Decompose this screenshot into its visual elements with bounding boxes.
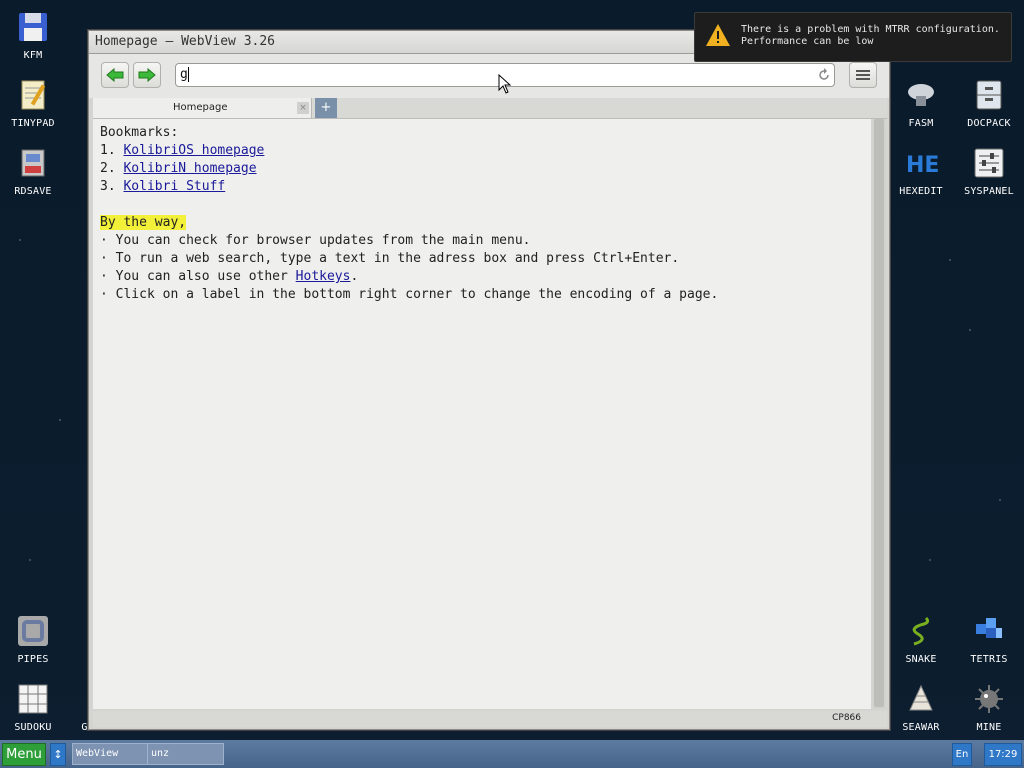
mine-icon: [972, 682, 1006, 716]
desktop-icon-label: SEAWAR: [902, 722, 940, 733]
address-bar-value: g: [180, 67, 188, 82]
desktop-icon-label: HEXEDIT: [899, 186, 943, 197]
status-bar: CP866: [93, 711, 887, 727]
keyboard-layout-indicator[interactable]: En: [952, 743, 972, 766]
bookmark-link-kolibrin[interactable]: KolibriN homepage: [123, 161, 256, 176]
taskbar-item-unz[interactable]: unz: [147, 743, 224, 765]
svg-text:HE: HE: [906, 153, 938, 178]
bookmark-number: 2.: [100, 161, 116, 176]
bookmark-number: 1.: [100, 143, 116, 158]
by-the-way-heading: By the way,: [100, 215, 187, 230]
bookmark-item: 2. KolibriN homepage: [100, 161, 257, 176]
vertical-scrollbar[interactable]: [873, 119, 885, 709]
back-arrow-icon: [106, 68, 124, 82]
clock[interactable]: 17:29: [984, 743, 1022, 766]
main-menu-button[interactable]: [849, 62, 877, 88]
tip-text: .: [350, 269, 359, 284]
desktop-icon-label: SUDOKU: [14, 722, 52, 733]
notification-line: There is a problem with MTRR configurati…: [741, 24, 1000, 35]
reload-icon[interactable]: [816, 67, 832, 83]
back-button[interactable]: [101, 62, 129, 88]
desktop-icon-snake[interactable]: SNAKE: [889, 614, 953, 665]
window-title: Homepage – WebView 3.26: [95, 34, 276, 49]
rdsave-icon: [16, 146, 50, 180]
desktop-icon-tetris[interactable]: TETRIS: [957, 614, 1021, 665]
hexedit-icon: HE: [904, 146, 938, 180]
desktop-icon-rdsave[interactable]: RDSAVE: [1, 146, 65, 197]
desktop-icon-syspanel[interactable]: SYSPANEL: [957, 146, 1021, 197]
desktop-icon-label: PIPES: [17, 654, 49, 665]
new-tab-button[interactable]: +: [315, 98, 337, 118]
encoding-label[interactable]: CP866: [832, 713, 861, 723]
taskbar-item-webview[interactable]: WebView: [72, 743, 149, 765]
desktop-icon-hexedit[interactable]: HE HEXEDIT: [889, 146, 953, 197]
bookmark-link-kolibri-stuff[interactable]: Kolibri Stuff: [123, 179, 225, 194]
desktop-icon-sudoku[interactable]: SUDOKU: [1, 682, 65, 733]
bookmark-number: 3.: [100, 179, 116, 194]
forward-arrow-icon: [138, 68, 156, 82]
hamburger-icon: [856, 70, 870, 72]
tip-line: · You can check for browser updates from…: [100, 233, 531, 248]
highlighted-text: By the way,: [100, 215, 187, 230]
desktop-icon-fasm[interactable]: FASM: [889, 78, 953, 129]
desktop-icon-label: TINYPAD: [11, 118, 55, 129]
floppy-icon: [16, 10, 50, 44]
scrollbar-thumb[interactable]: [874, 119, 884, 707]
tab-label: Homepage: [173, 102, 228, 113]
webview-window: Homepage – WebView 3.26 g Homepage × + B…: [88, 30, 890, 730]
taskbar: Menu ↕ WebView unz En 17:29: [0, 740, 1024, 768]
desktop-icon-label: SNAKE: [905, 654, 937, 665]
window-switch-button[interactable]: ↕: [50, 743, 66, 766]
bookmarks-heading: Bookmarks:: [100, 125, 179, 140]
bookmark-link-kolibrios[interactable]: KolibriOS homepage: [123, 143, 264, 158]
forward-button[interactable]: [133, 62, 161, 88]
tetris-icon: [972, 614, 1006, 648]
snake-icon: [904, 614, 938, 648]
mouse-cursor-icon: [498, 74, 512, 94]
tab-close-icon[interactable]: ×: [297, 102, 309, 114]
tip-text: · You can also use other: [100, 269, 296, 284]
notification-line: Performance can be low: [741, 36, 874, 47]
desktop-icon-label: KFM: [23, 50, 43, 61]
page-content: Bookmarks: 1. KolibriOS homepage 2. Koli…: [93, 119, 871, 709]
hotkeys-link[interactable]: Hotkeys: [296, 269, 351, 284]
desktop-icon-tinypad[interactable]: TINYPAD: [1, 78, 65, 129]
notepad-icon: [16, 78, 50, 112]
notification-popup[interactable]: There is a problem with MTRR configurati…: [694, 12, 1012, 62]
desktop-icon-mine[interactable]: MINE: [957, 682, 1021, 733]
pipes-icon: [16, 614, 50, 648]
docpack-icon: [972, 78, 1006, 112]
desktop-icon-label: TETRIS: [970, 654, 1008, 665]
start-menu-button[interactable]: Menu: [2, 743, 46, 766]
tip-line: · To run a web search, type a text in th…: [100, 251, 680, 266]
desktop-icon-kfm[interactable]: KFM: [1, 10, 65, 61]
desktop-icon-label: SYSPANEL: [964, 186, 1014, 197]
notification-message: There is a problem with MTRR configurati…: [741, 24, 1000, 48]
syspanel-icon: [972, 146, 1006, 180]
tip-line: · You can also use other Hotkeys.: [100, 269, 358, 284]
seawar-icon: [904, 682, 938, 716]
desktop-icon-label: MINE: [976, 722, 1002, 733]
sudoku-icon: [16, 682, 50, 716]
text-caret: [188, 67, 189, 82]
desktop-icon-pipes[interactable]: PIPES: [1, 614, 65, 665]
desktop-icon-label: FASM: [908, 118, 934, 129]
tab-bar: Homepage × +: [93, 98, 887, 119]
desktop-icon-docpack[interactable]: DOCPACK: [957, 78, 1021, 129]
desktop-icon-label: RDSAVE: [14, 186, 52, 197]
bookmark-item: 1. KolibriOS homepage: [100, 143, 264, 158]
bookmark-item: 3. Kolibri Stuff: [100, 179, 225, 194]
fasm-icon: [904, 78, 938, 112]
desktop-icon-label: DOCPACK: [967, 118, 1011, 129]
tip-line: · Click on a label in the bottom right c…: [100, 287, 719, 302]
tab-homepage[interactable]: Homepage ×: [93, 98, 312, 118]
desktop-icon-seawar[interactable]: SEAWAR: [889, 682, 953, 733]
warning-icon: [706, 24, 730, 46]
